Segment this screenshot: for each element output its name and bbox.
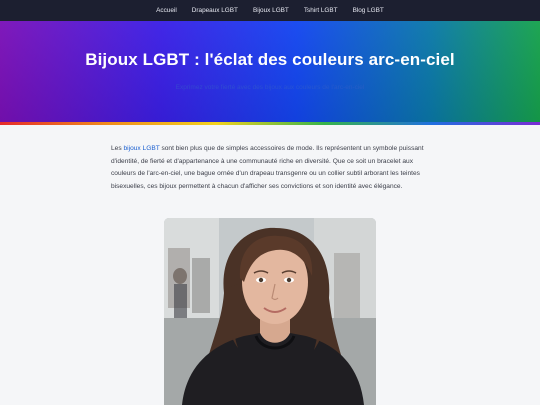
page-title: Bijoux LGBT : l'éclat des couleurs arc-e…: [85, 50, 455, 69]
nav-link-bijoux-lgbt[interactable]: Bijoux LGBT: [253, 7, 289, 14]
nav-link-blog-lgbt[interactable]: Blog LGBT: [353, 7, 384, 14]
hero-subtitle: Exprimez votre fierté avec des bijoux au…: [175, 84, 365, 91]
portrait-illustration: [164, 218, 376, 405]
hero-banner: Bijoux LGBT : l'éclat des couleurs arc-e…: [0, 21, 540, 122]
intro-paragraph: Les bijoux LGBT sont bien plus que de si…: [111, 143, 427, 193]
bijoux-lgbt-link[interactable]: bijoux LGBT: [123, 145, 159, 152]
nav-link-tshirt-lgbt[interactable]: Tshirt LGBT: [304, 7, 338, 14]
rainbow-divider: [0, 122, 540, 125]
portrait-photo: [164, 218, 376, 405]
top-navigation: Accueil Drapeaux LGBT Bijoux LGBT Tshirt…: [0, 0, 540, 21]
intro-text-start: Les: [111, 145, 124, 152]
nav-link-accueil[interactable]: Accueil: [156, 7, 177, 14]
nav-link-drapeaux-lgbt[interactable]: Drapeaux LGBT: [192, 7, 238, 14]
